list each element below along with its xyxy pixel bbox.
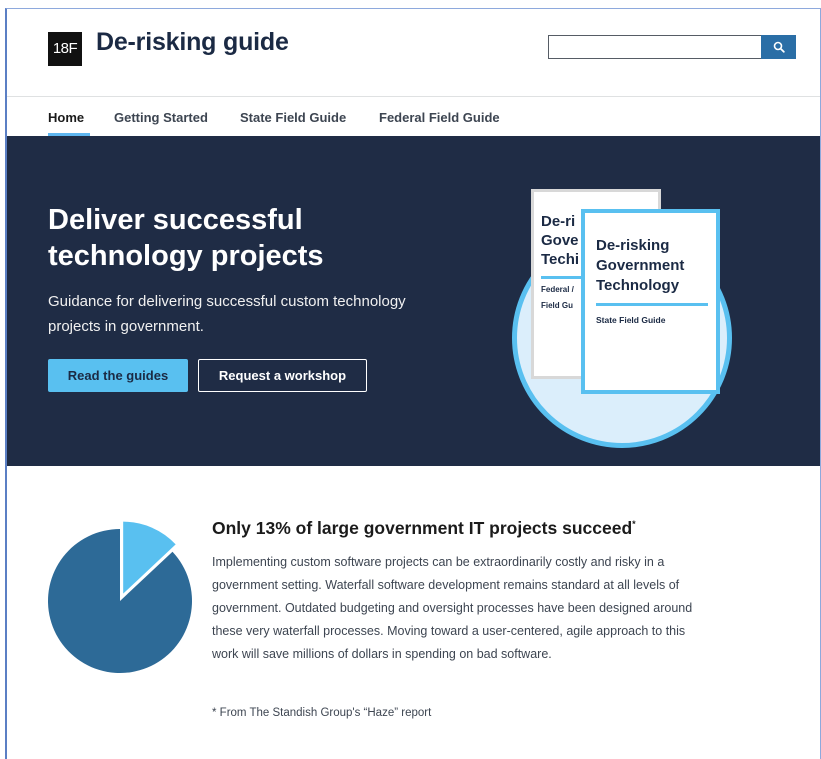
hero-title: Deliver successful technology projects (48, 204, 324, 272)
state-guide-book: De-risking Government Technology State F… (581, 209, 720, 394)
18f-logo[interactable]: 18F (48, 32, 82, 66)
guide-books-illustration: De-ri Gove Techi Federal / Field Gu De-r… (507, 186, 737, 448)
stat-title-text: Only 13% of large government IT projects… (212, 518, 633, 538)
front-book-title-1: De-risking (596, 237, 670, 254)
nav-item-getting-started[interactable]: Getting Started (114, 110, 208, 125)
search-icon (773, 41, 785, 53)
site-header: 18F De-risking guide (7, 9, 820, 96)
nav-item-state-field-guide[interactable]: State Field Guide (240, 110, 346, 125)
stat-footnote: * From The Standish Group's “Haze” repor… (212, 707, 432, 719)
front-book-subtitle: State Field Guide (596, 315, 666, 325)
success-rate-pie (47, 521, 193, 673)
front-book-divider (596, 303, 708, 306)
stat-title: Only 13% of large government IT projects… (212, 518, 636, 539)
read-guides-button[interactable]: Read the guides (48, 359, 188, 392)
browser-frame: 18F De-risking guide Home Getting Starte… (5, 8, 821, 759)
request-workshop-button[interactable]: Request a workshop (198, 359, 367, 392)
nav-item-federal-field-guide[interactable]: Federal Field Guide (379, 110, 500, 125)
stat-section: Only 13% of large government IT projects… (7, 466, 820, 759)
hero-section: Deliver successful technology projects G… (7, 136, 820, 466)
hero-subtitle: Guidance for delivering successful custo… (48, 293, 406, 335)
pie-failed-slice (47, 529, 193, 673)
front-book-title-3: Technology (596, 277, 680, 294)
search-button[interactable] (761, 35, 796, 59)
nav-item-home[interactable]: Home (48, 110, 84, 125)
site-title[interactable]: De-risking guide (96, 28, 289, 57)
primary-nav: Home Getting Started State Field Guide F… (7, 96, 820, 136)
stat-title-footnote-marker: * (632, 519, 636, 530)
front-book-title-2: Government (596, 257, 685, 274)
stat-body: Implementing custom software projects ca… (212, 555, 693, 661)
search-input[interactable] (548, 35, 762, 59)
